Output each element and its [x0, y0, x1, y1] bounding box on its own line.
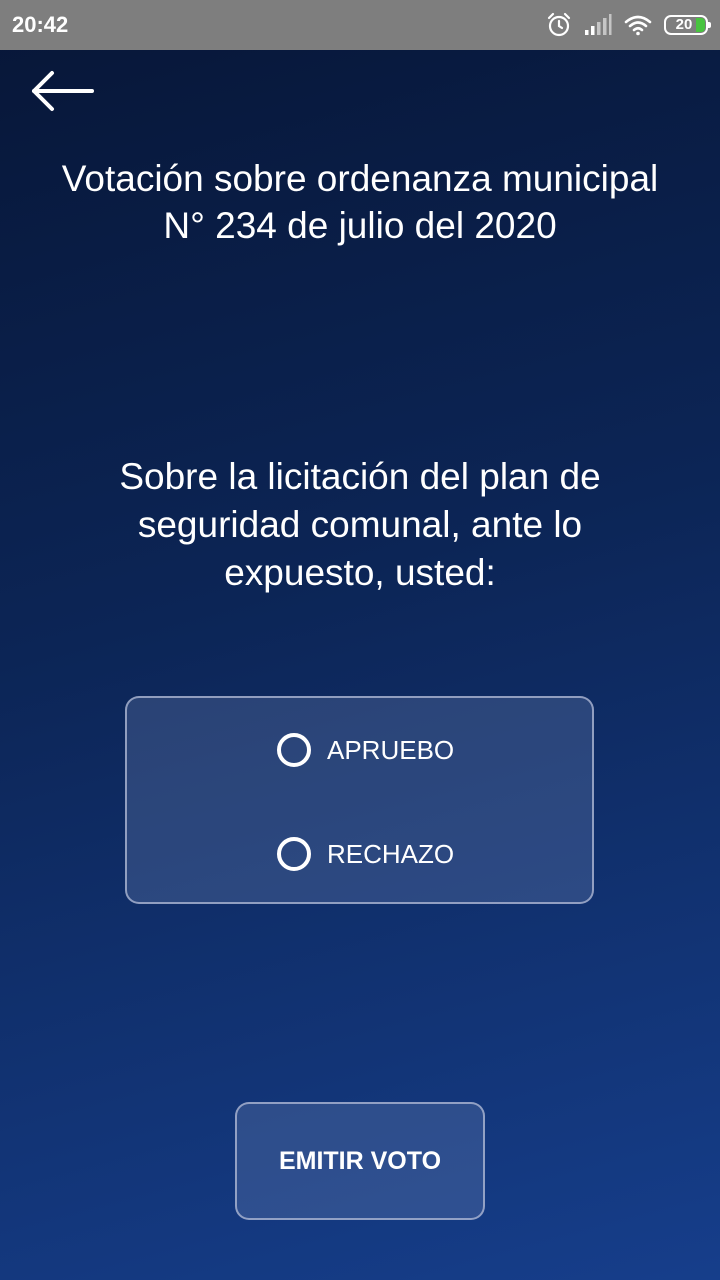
question-text: Sobre la licitación del plan de segurida… — [119, 456, 601, 593]
page-title: Votación sobre ordenanza municipal N° 23… — [61, 158, 659, 246]
vote-options-group: APRUEBO RECHAZO — [125, 696, 594, 904]
status-time: 20:42 — [12, 12, 69, 37]
radio-button-icon[interactable] — [277, 733, 311, 767]
option-label: APRUEBO — [327, 734, 455, 765]
status-icons: 20 — [546, 10, 711, 40]
alarm-icon — [546, 12, 572, 38]
battery-level: 20 — [675, 16, 693, 33]
battery-tip — [708, 22, 711, 28]
signal-icon — [584, 14, 612, 36]
wifi-icon — [624, 14, 652, 36]
option-label: RECHAZO — [327, 838, 455, 869]
status-bar: 20:42 20 — [0, 0, 720, 50]
submit-vote-button[interactable]: EMITIR VOTO — [235, 1102, 485, 1220]
radio-button-icon[interactable] — [277, 837, 311, 871]
battery-icon: 20 — [664, 15, 711, 35]
option-rechazo[interactable]: RECHAZO — [277, 832, 454, 876]
arrow-left-icon — [32, 71, 94, 111]
option-apruebo[interactable]: APRUEBO — [277, 728, 454, 772]
back-button[interactable] — [26, 62, 100, 120]
